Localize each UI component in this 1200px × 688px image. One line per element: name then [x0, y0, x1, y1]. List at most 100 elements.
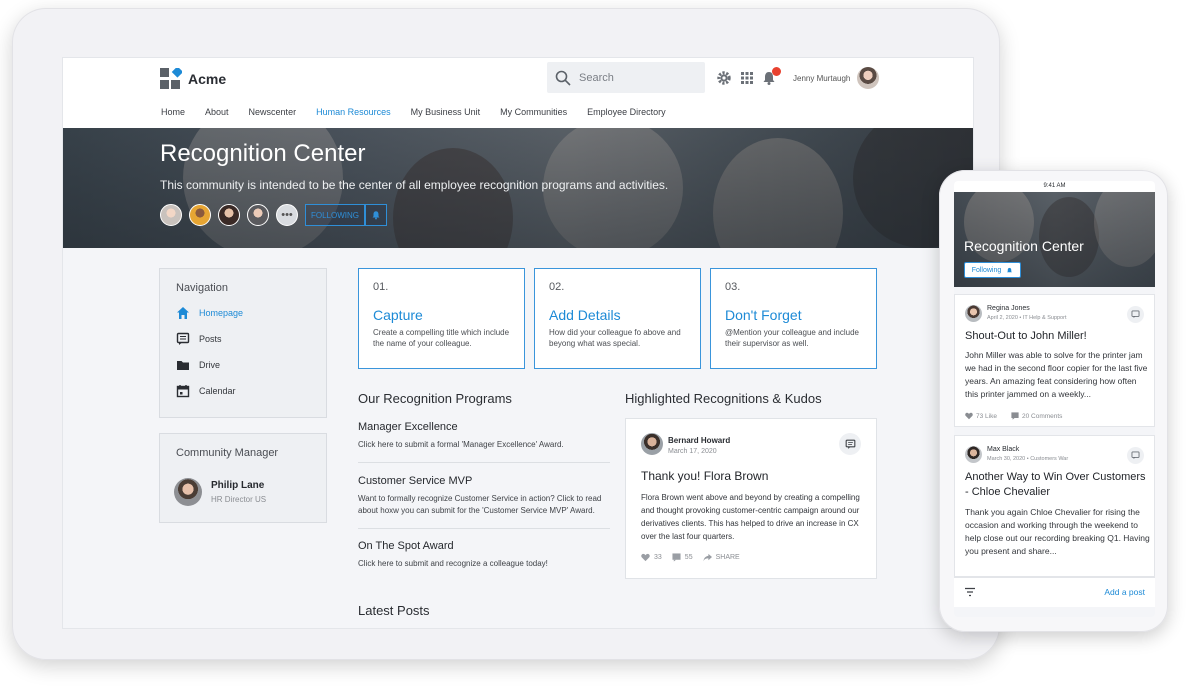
- avatar[interactable]: [965, 305, 982, 322]
- user-name[interactable]: Jenny Murtaugh: [793, 74, 850, 83]
- filter-icon[interactable]: [964, 586, 976, 598]
- page-title: Recognition Center: [160, 140, 366, 167]
- stage: Acme Jenny Murtaugh: [0, 0, 1200, 688]
- phone-frame: 9:41 AM Recognition Center Following Reg…: [939, 170, 1168, 632]
- avatar[interactable]: [174, 478, 202, 506]
- kudos-card: Bernard Howard March 17, 2020 Thank you!…: [625, 418, 877, 579]
- tablet-screen: Acme Jenny Murtaugh: [62, 57, 974, 629]
- manager-role: HR Director US: [211, 495, 267, 504]
- post-title[interactable]: Another Way to Win Over Customers - Chlo…: [965, 470, 1150, 500]
- step-card-capture[interactable]: 01. Capture Create a compelling title wh…: [358, 268, 525, 369]
- post-stats: 73 Like 20 Comments: [965, 412, 1076, 420]
- comment-button[interactable]: [839, 433, 861, 455]
- calendar-icon: [176, 385, 190, 398]
- comment-icon[interactable]: [1011, 412, 1019, 420]
- kudos-stats: 33 55 SHARE: [641, 553, 750, 562]
- post-author[interactable]: Max Black: [987, 446, 1019, 453]
- like-count: 33: [654, 554, 662, 561]
- notification-badge: [772, 67, 781, 76]
- kudos-author[interactable]: Bernard Howard: [668, 436, 730, 445]
- bell-icon: [1007, 267, 1013, 272]
- share-icon[interactable]: [703, 553, 712, 562]
- avatar[interactable]: [641, 433, 663, 455]
- program-title: Customer Service MVP: [358, 475, 473, 487]
- program-customer-service-mvp[interactable]: Customer Service MVP Want to formally re…: [358, 475, 610, 517]
- program-title: Manager Excellence: [358, 421, 458, 433]
- nav-my-business-unit[interactable]: My Business Unit: [411, 107, 481, 117]
- add-post-button[interactable]: Add a post: [1104, 587, 1145, 597]
- posts-icon: [176, 332, 190, 345]
- user-avatar[interactable]: [857, 67, 879, 89]
- comment-icon: [845, 439, 855, 449]
- avatar[interactable]: [965, 446, 982, 463]
- member-avatar[interactable]: [160, 204, 182, 226]
- card-number: 02.: [549, 281, 565, 293]
- search-box[interactable]: [547, 62, 705, 93]
- share-button[interactable]: SHARE: [716, 554, 740, 561]
- acme-logo-icon: [160, 68, 182, 89]
- comment-count: 55: [684, 554, 693, 561]
- program-manager-excellence[interactable]: Manager Excellence Click here to submit …: [358, 421, 610, 451]
- sidebar-item-calendar[interactable]: Calendar: [176, 384, 310, 398]
- comment-button[interactable]: [1127, 306, 1144, 323]
- nav-my-communities[interactable]: My Communities: [500, 107, 567, 117]
- post-author[interactable]: Regina Jones: [987, 305, 1030, 312]
- phone-following-button[interactable]: Following: [964, 262, 1021, 278]
- program-description: Click here to submit and recognize a col…: [358, 559, 548, 568]
- community-notify-button[interactable]: [365, 204, 387, 226]
- search-icon: [555, 70, 571, 86]
- apps-grid-icon[interactable]: [739, 70, 755, 86]
- comment-icon: [1131, 310, 1140, 319]
- phone-screen: 9:41 AM Recognition Center Following Reg…: [954, 181, 1155, 617]
- more-members-button[interactable]: •••: [276, 204, 298, 226]
- comment-icon: [1131, 451, 1140, 460]
- phone-page-title: Recognition Center: [964, 238, 1084, 254]
- step-card-dont-forget[interactable]: 03. Don't Forget @Mention your colleague…: [710, 268, 877, 369]
- phone-bottom-bar: Add a post: [954, 577, 1155, 607]
- member-avatar[interactable]: [218, 204, 240, 226]
- sidebar-item-homepage[interactable]: Homepage: [176, 306, 310, 320]
- programs-heading: Our Recognition Programs: [358, 391, 512, 406]
- sidebar-item-label: Homepage: [199, 308, 244, 318]
- comment-button[interactable]: [1127, 447, 1144, 464]
- following-button[interactable]: FOLLOWING: [305, 204, 365, 226]
- app-logo[interactable]: Acme: [160, 68, 226, 90]
- nav-about[interactable]: About: [205, 107, 229, 117]
- program-description: Click here to submit a formal 'Manager E…: [358, 440, 564, 449]
- post-body: Thank you again Chloe Chevalier for risi…: [965, 507, 1150, 556]
- sidebar-item-label: Calendar: [199, 386, 236, 396]
- sidebar-item-label: Drive: [199, 360, 221, 370]
- sidebar-navigation: Navigation Homepage Posts Drive Calendar: [159, 268, 327, 418]
- sidebar-item-drive[interactable]: Drive: [176, 358, 310, 372]
- nav-home[interactable]: Home: [161, 107, 185, 117]
- card-title: Don't Forget: [725, 307, 802, 323]
- post-meta: March 30, 2020 • Customers War: [987, 456, 1069, 462]
- post-body: John Miller was able to solve for the pr…: [965, 350, 1148, 399]
- post-title[interactable]: Shout-Out to John Miller!: [965, 329, 1150, 344]
- card-number: 03.: [725, 281, 741, 293]
- home-icon: [177, 307, 189, 319]
- member-avatar[interactable]: [247, 204, 269, 226]
- nav-employee-directory[interactable]: Employee Directory: [587, 107, 666, 117]
- comment-icon[interactable]: [672, 553, 681, 562]
- heart-icon[interactable]: [965, 412, 973, 420]
- kudos-title[interactable]: Thank you! Flora Brown: [641, 469, 768, 483]
- nav-human-resources[interactable]: Human Resources: [316, 107, 391, 117]
- community-manager-panel: Community Manager Philip Lane HR Directo…: [159, 433, 327, 523]
- program-on-the-spot-award[interactable]: On The Spot Award Click here to submit a…: [358, 540, 610, 570]
- nav-newscenter[interactable]: Newscenter: [249, 107, 297, 117]
- status-bar: 9:41 AM: [954, 181, 1155, 192]
- member-avatar[interactable]: [189, 204, 211, 226]
- card-description: Create a compelling title which include …: [373, 328, 510, 348]
- comment-count: 20 Comments: [1021, 412, 1063, 420]
- manager-name[interactable]: Philip Lane: [211, 480, 264, 491]
- post-meta: April 2, 2020 • IT Help & Support: [987, 315, 1067, 321]
- search-input[interactable]: [579, 71, 689, 84]
- heart-icon[interactable]: [641, 553, 650, 562]
- gear-icon[interactable]: [716, 70, 732, 86]
- sidebar-item-posts[interactable]: Posts: [176, 332, 310, 346]
- step-card-add-details[interactable]: 02. Add Details How did your colleague f…: [534, 268, 701, 369]
- app-name: Acme: [188, 71, 227, 87]
- kudos-date: March 17, 2020: [668, 448, 717, 455]
- sidebar-item-label: Posts: [199, 334, 222, 344]
